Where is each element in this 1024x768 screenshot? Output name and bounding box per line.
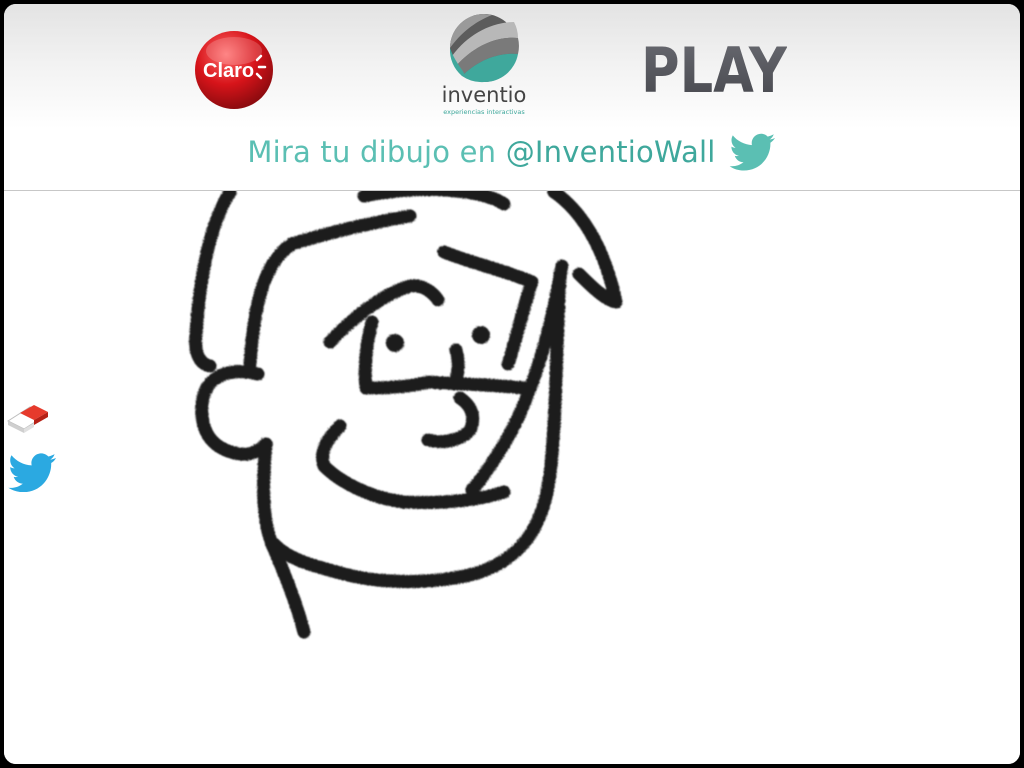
app-window: Claro inventio experiencias interactivas… xyxy=(4,4,1020,764)
stroke-ear xyxy=(195,365,273,461)
drawing-eye-left xyxy=(386,334,404,352)
stroke-mouth xyxy=(421,391,480,449)
stroke-head-outline xyxy=(189,191,237,373)
stroke-glasses xyxy=(358,315,531,395)
stroke-hair-top xyxy=(357,191,511,211)
drawing-eye-right xyxy=(472,326,490,344)
eraser-button[interactable] xyxy=(4,399,50,435)
eraser-icon xyxy=(6,405,48,433)
stroke-face-left xyxy=(257,437,311,639)
twitter-bird-icon xyxy=(8,453,56,492)
drawing-canvas[interactable] xyxy=(4,191,1020,764)
tweet-button[interactable] xyxy=(6,452,58,492)
stroke-nose xyxy=(447,343,465,391)
freehand-drawing xyxy=(189,191,623,639)
stroke-brow xyxy=(323,279,445,349)
